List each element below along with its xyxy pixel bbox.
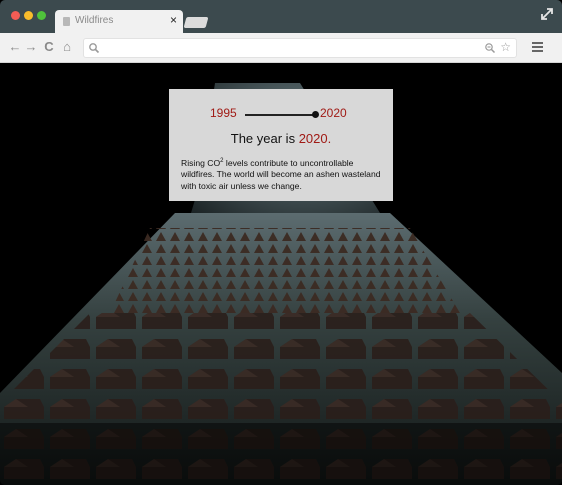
- bookmark-star-icon[interactable]: ☆: [500, 40, 511, 54]
- year-slider-handle[interactable]: [311, 111, 319, 118]
- tab-wildfires[interactable]: Wildfires ×: [55, 10, 183, 33]
- title-bar: Wildfires ×: [0, 0, 562, 33]
- minimize-window-button[interactable]: [24, 11, 33, 20]
- year-slider-track[interactable]: [245, 114, 315, 116]
- menu-icon[interactable]: [532, 42, 543, 53]
- close-window-button[interactable]: [11, 11, 20, 20]
- zoom-icon[interactable]: [484, 42, 496, 54]
- tab-title: Wildfires: [75, 15, 114, 26]
- back-button[interactable]: ←: [8, 40, 22, 54]
- slider-start-year: 1995: [210, 106, 237, 120]
- description-text: Rising CO2 levels contribute to uncontro…: [181, 156, 385, 192]
- slider-end-year: 2020: [320, 106, 347, 120]
- fullscreen-icon[interactable]: [540, 7, 554, 21]
- tab-close-button[interactable]: ×: [170, 13, 177, 27]
- description-pre: Rising CO: [181, 157, 221, 168]
- maximize-window-button[interactable]: [37, 11, 46, 20]
- home-button[interactable]: ⌂: [60, 40, 74, 54]
- year-heading-prefix: The year is: [230, 131, 299, 146]
- reload-button[interactable]: C: [42, 40, 56, 54]
- document-icon: [63, 17, 70, 26]
- browser-toolbar: ← → C ⌂ ☆: [0, 33, 562, 63]
- browser-window: Wildfires × ← → C ⌂ ☆ 1995 2020 The year…: [0, 0, 562, 485]
- year-heading-value: 2020.: [298, 131, 332, 146]
- url-input[interactable]: [104, 41, 484, 55]
- address-bar[interactable]: ☆: [83, 38, 517, 58]
- new-tab-button[interactable]: [183, 17, 209, 28]
- info-panel: 1995 2020 The year is 2020. Rising CO2 l…: [169, 89, 393, 201]
- page-content: 1995 2020 The year is 2020. Rising CO2 l…: [0, 63, 562, 485]
- search-icon: [89, 43, 100, 54]
- forward-button[interactable]: →: [24, 40, 38, 54]
- year-heading: The year is 2020.: [169, 131, 393, 146]
